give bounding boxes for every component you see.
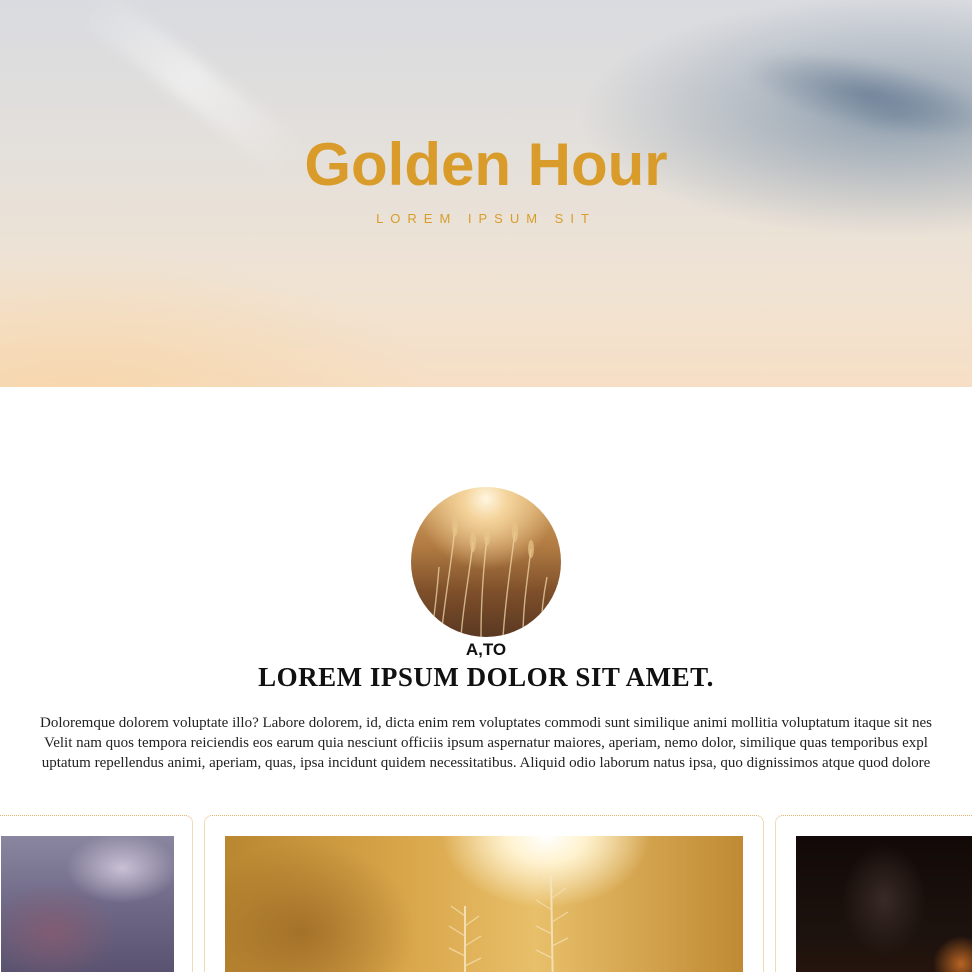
golden-grass-image[interactable]: [225, 836, 743, 972]
paragraph-line: Velit nam quos tempora reiciendis eos ea…: [44, 735, 928, 751]
hero-subtitle: LOREM IPSUM SIT: [376, 211, 596, 226]
grass-image: [430, 518, 548, 637]
paragraph-line: Doloremque dolorem voluptate illo? Labor…: [40, 715, 932, 731]
hero-banner: Golden Hour LOREM IPSUM SIT: [0, 0, 972, 387]
section-heading: LOREM IPSUM DOLOR SIT AMET.: [258, 662, 714, 692]
paragraph-line: uptatum repellendus animi, aperiam, quas…: [41, 755, 931, 771]
stormy-clouds-image[interactable]: [1, 836, 174, 972]
avatar: [411, 487, 561, 637]
gallery-card[interactable]: [204, 815, 764, 972]
hero-title: Golden Hour: [304, 131, 668, 198]
gallery-card[interactable]: [0, 815, 193, 972]
dark-forest-image[interactable]: [796, 836, 972, 972]
about-paragraph: Doloremque dolorem voluptate illo? Labor…: [0, 713, 972, 773]
grass-silhouette: [448, 875, 569, 972]
author-name: A,TO: [465, 640, 507, 659]
gallery-card[interactable]: [775, 815, 972, 972]
